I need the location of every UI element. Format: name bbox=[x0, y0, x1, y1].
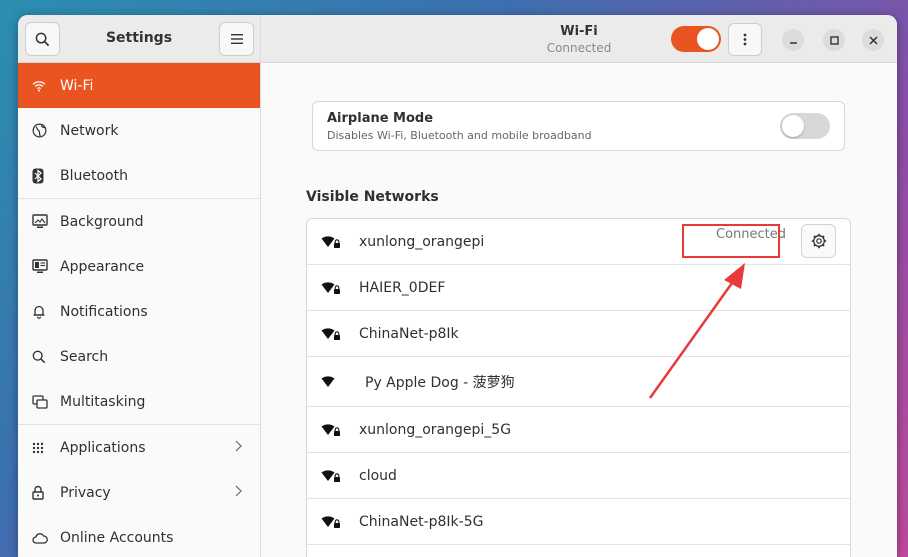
sidebar-item-label: Notifications bbox=[60, 303, 148, 320]
lock-icon bbox=[32, 485, 60, 500]
sidebar-item-online-accounts[interactable]: Online Accounts bbox=[18, 515, 260, 557]
gear-icon bbox=[811, 233, 826, 249]
sidebar-item-label: Search bbox=[60, 348, 109, 365]
network-row-cloud[interactable]: cloud bbox=[307, 453, 850, 499]
wifi-secure-icon bbox=[321, 423, 345, 437]
sidebar-item-bluetooth[interactable]: Bluetooth bbox=[18, 153, 260, 198]
airplane-mode-title: Airplane Mode bbox=[327, 111, 434, 126]
more-vertical-icon bbox=[743, 33, 747, 46]
minimize-button[interactable] bbox=[782, 29, 804, 51]
wifi-secure-icon bbox=[321, 327, 345, 341]
wifi-menu-button[interactable] bbox=[728, 23, 762, 56]
network-ssid: HAIER_0DEF bbox=[359, 279, 446, 296]
network-row-chinanet[interactable]: ChinaNet-p8Ik bbox=[307, 311, 850, 357]
cloud-icon bbox=[32, 532, 60, 544]
sidebar-item-privacy[interactable]: Privacy bbox=[18, 470, 260, 515]
sidebar-item-applications[interactable]: Applications bbox=[18, 425, 260, 470]
network-ssid: xunlong_orangepi bbox=[359, 233, 485, 250]
page-title: Wi-Fi bbox=[560, 24, 598, 39]
wifi-secure-icon bbox=[321, 469, 345, 483]
sidebar-item-label: Multitasking bbox=[60, 393, 146, 410]
sidebar-header: Settings bbox=[18, 15, 260, 63]
wifi-icon bbox=[32, 80, 60, 92]
page-subtitle: Connected bbox=[546, 41, 612, 55]
monitor-icon bbox=[32, 214, 60, 229]
network-list: xunlong_orangepi Connected HAIER_0DEF Ch… bbox=[306, 218, 851, 557]
sidebar-item-wifi[interactable]: Wi-Fi bbox=[18, 63, 260, 108]
network-ssid: ChinaNet-p8Ik bbox=[359, 325, 459, 342]
network-row-py-apple-dog[interactable]: Py Apple Dog - 菠萝狗 bbox=[307, 357, 850, 407]
sidebar-item-label: Background bbox=[60, 213, 144, 230]
network-row-xunlong-orangepi[interactable]: xunlong_orangepi Connected bbox=[307, 219, 850, 265]
main-menu-button[interactable] bbox=[219, 22, 254, 56]
toggle-knob bbox=[782, 115, 804, 137]
network-ssid: xunlong_orangepi_5G bbox=[359, 421, 512, 438]
airplane-mode-description: Disables Wi-Fi, Bluetooth and mobile bro… bbox=[327, 129, 592, 142]
hamburger-icon bbox=[230, 34, 243, 44]
content-pane: Wi-Fi Connected Airplane Mode Disables W… bbox=[261, 15, 897, 557]
network-ssid: ChinaNet-p8Ik-5G bbox=[359, 513, 484, 530]
content-header: Wi-Fi Connected bbox=[261, 15, 897, 63]
sidebar-item-label: Appearance bbox=[60, 258, 145, 275]
chevron-right-icon bbox=[235, 440, 242, 456]
sidebar-item-multitasking[interactable]: Multitasking bbox=[18, 379, 260, 424]
network-ssid: cloud bbox=[359, 467, 397, 484]
wifi-secure-icon bbox=[321, 281, 345, 295]
visible-networks-heading: Visible Networks bbox=[306, 189, 439, 205]
airplane-mode-toggle[interactable] bbox=[780, 113, 830, 139]
sidebar-item-background[interactable]: Background bbox=[18, 199, 260, 244]
sidebar-item-label: Network bbox=[60, 122, 119, 139]
sidebar-item-label: Wi-Fi bbox=[60, 77, 94, 94]
search-icon bbox=[32, 350, 60, 364]
maximize-button[interactable] bbox=[823, 29, 845, 51]
sidebar-item-search[interactable]: Search bbox=[18, 334, 260, 379]
sidebar-item-label: Bluetooth bbox=[60, 167, 128, 184]
sidebar-item-notifications[interactable]: Notifications bbox=[18, 289, 260, 334]
wifi-secure-icon bbox=[321, 235, 345, 249]
minimize-icon bbox=[789, 41, 797, 44]
sidebar-item-network[interactable]: Network bbox=[18, 108, 260, 153]
network-ssid: Py Apple Dog - 菠萝狗 bbox=[365, 374, 515, 391]
multitasking-icon bbox=[32, 394, 60, 409]
close-icon bbox=[868, 35, 878, 45]
sidebar: Settings Wi-Fi Network Bluetooth Backgro… bbox=[18, 15, 261, 557]
bluetooth-icon bbox=[32, 168, 60, 184]
grid-icon bbox=[32, 442, 60, 454]
wifi-toggle[interactable] bbox=[671, 26, 721, 52]
network-row-haier[interactable]: HAIER_0DEF bbox=[307, 265, 850, 311]
network-status-label: Connected bbox=[716, 227, 787, 242]
bell-icon bbox=[32, 304, 60, 319]
sidebar-item-appearance[interactable]: Appearance bbox=[18, 244, 260, 289]
airplane-mode-row: Airplane Mode Disables Wi-Fi, Bluetooth … bbox=[312, 101, 845, 151]
settings-window: Settings Wi-Fi Network Bluetooth Backgro… bbox=[18, 15, 897, 557]
sidebar-item-label: Applications bbox=[60, 439, 146, 456]
chevron-right-icon bbox=[235, 485, 242, 501]
wifi-secure-icon bbox=[321, 515, 345, 529]
network-row-xunlong-orangepi-5g[interactable]: xunlong_orangepi_5G bbox=[307, 407, 850, 453]
network-settings-button[interactable] bbox=[801, 224, 836, 258]
sidebar-item-label: Privacy bbox=[60, 484, 111, 501]
sidebar-item-label: Online Accounts bbox=[60, 529, 174, 546]
maximize-icon bbox=[829, 35, 839, 45]
toggle-knob bbox=[697, 28, 719, 50]
globe-icon bbox=[32, 123, 60, 138]
appearance-icon bbox=[32, 259, 60, 274]
wifi-open-icon bbox=[321, 375, 345, 389]
network-row-chinanet-5g[interactable]: ChinaNet-p8Ik-5G bbox=[307, 499, 850, 545]
close-button[interactable] bbox=[862, 29, 884, 51]
